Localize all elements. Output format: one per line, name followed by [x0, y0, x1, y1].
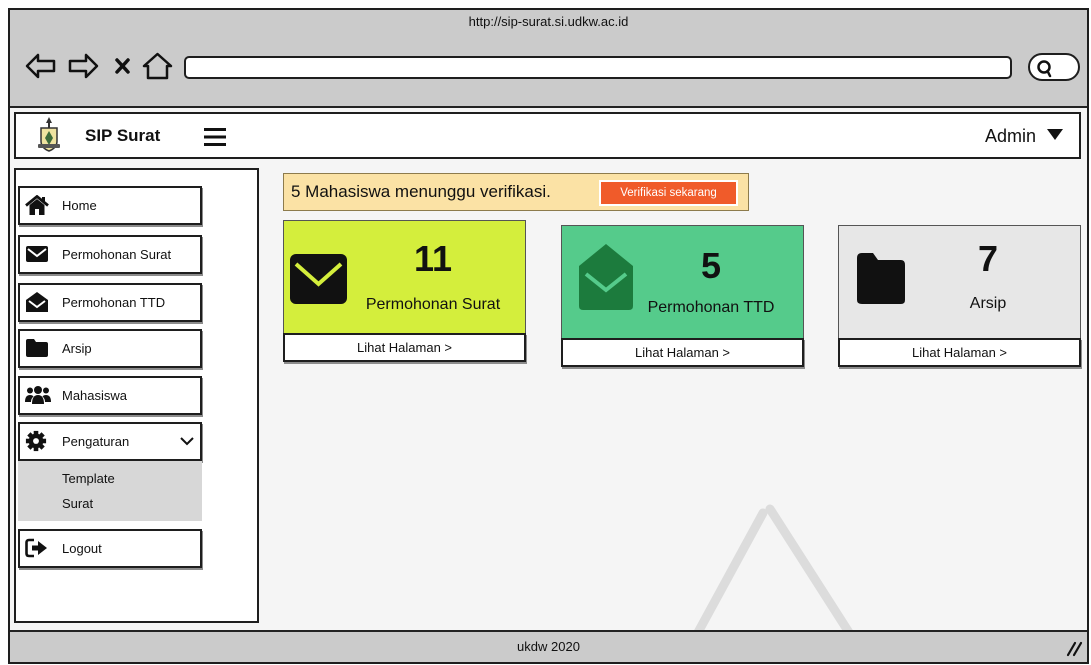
sidebar-item-mahasiswa[interactable]: Mahasiswa — [18, 376, 202, 415]
footer-text: ukdw 2020 — [517, 639, 580, 654]
card-link-permohonan-ttd[interactable]: Lihat Halaman > — [561, 338, 804, 367]
hamburger-menu-icon[interactable] — [204, 127, 226, 147]
folder-icon — [855, 250, 907, 306]
sidebar-item-permohonan-surat[interactable]: Permohonan Surat — [18, 235, 202, 274]
sidebar-item-pengaturan[interactable]: Pengaturan — [18, 422, 202, 461]
sidebar-item-label: Mahasiswa — [62, 388, 128, 403]
envelope-open-icon — [25, 291, 49, 313]
verify-now-button[interactable]: Verifikasi sekarang — [599, 180, 738, 206]
sidebar-item-label: Permohonan Surat — [62, 247, 172, 262]
user-menu-label[interactable]: Admin — [966, 124, 1036, 148]
caret-down-icon[interactable] — [1047, 129, 1063, 141]
search-icon — [1035, 57, 1055, 79]
alert-message: 5 Mahasiswa menunggu verifikasi. — [291, 182, 551, 201]
pengaturan-submenu: Template Surat — [18, 461, 202, 521]
sidebar-item-label: Pengaturan — [62, 434, 130, 449]
back-arrow-icon[interactable] — [25, 53, 56, 79]
sign-out-icon — [25, 538, 49, 558]
users-icon — [25, 385, 51, 405]
sidebar-item-arsip[interactable]: Arsip — [18, 329, 202, 368]
sidebar-item-label: Logout — [62, 541, 102, 556]
home-outline-icon[interactable] — [142, 52, 173, 80]
envelope-icon — [290, 252, 347, 306]
stat-label: Arsip — [969, 295, 1007, 312]
app-header — [14, 112, 1081, 159]
stat-card-permohonan-surat: 11 Permohonan Surat — [283, 220, 526, 334]
sidebar-item-logout[interactable]: Logout — [18, 529, 202, 568]
envelope-open-icon — [577, 242, 635, 312]
stat-label: Permohonan TTD — [647, 299, 775, 316]
sidebar-item-permohonan-ttd[interactable]: Permohonan TTD — [18, 283, 202, 322]
forward-arrow-icon[interactable] — [68, 53, 99, 79]
address-bar[interactable] — [184, 56, 1012, 79]
home-icon — [25, 195, 49, 216]
university-logo — [37, 116, 61, 152]
close-icon[interactable] — [114, 57, 131, 75]
stat-label: Permohonan Surat — [365, 296, 501, 313]
sidebar-item-label: Home — [62, 198, 97, 213]
chevron-down-icon — [180, 436, 194, 446]
folder-icon — [25, 338, 49, 358]
stat-count: 5 — [700, 245, 722, 286]
submenu-item-template-surat[interactable]: Template Surat — [62, 466, 142, 516]
card-link-arsip[interactable]: Lihat Halaman > — [838, 338, 1081, 367]
sidebar-item-label: Permohonan TTD — [62, 295, 166, 310]
card-link-permohonan-surat[interactable]: Lihat Halaman > — [283, 333, 526, 362]
gear-icon — [25, 430, 47, 452]
resize-grip-icon[interactable] — [1066, 641, 1083, 657]
stat-count: 11 — [413, 238, 453, 279]
app-title: SIP Surat — [85, 126, 161, 145]
stat-card-permohonan-ttd: 5 Permohonan TTD — [561, 225, 804, 339]
envelope-icon — [25, 245, 49, 263]
stat-count: 7 — [977, 238, 999, 279]
sidebar-item-home[interactable]: Home — [18, 186, 202, 225]
stat-card-arsip: 7 Arsip — [838, 225, 1081, 339]
sidebar-item-label: Arsip — [62, 341, 92, 356]
search-button[interactable] — [1028, 53, 1080, 81]
page-url-title: http://sip-surat.si.udkw.ac.id — [468, 14, 629, 29]
